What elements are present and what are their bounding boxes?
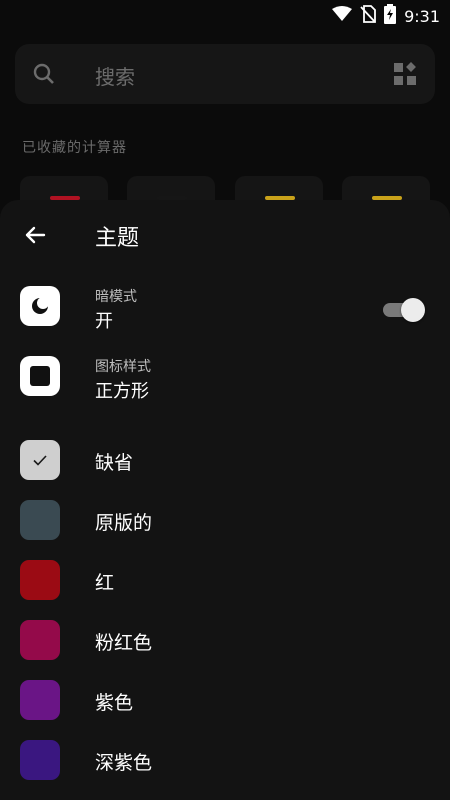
widgets-icon [393,62,417,90]
toggle-thumb [401,298,425,322]
color-swatch [20,740,60,780]
color-swatch [20,440,60,480]
color-option-purple[interactable]: 紫色 [0,670,450,730]
color-label: 缺省 [95,452,134,474]
color-label: 红 [95,572,115,594]
battery-charging-icon [384,4,397,28]
check-icon [33,455,47,466]
color-label: 原版的 [95,512,153,534]
dark-mode-label: 暗模式 [95,289,137,305]
color-label: 紫色 [95,692,134,714]
no-sim-icon [360,5,376,27]
color-swatch [20,680,60,720]
wifi-icon [332,6,353,26]
search-placeholder: 搜索 [95,65,135,89]
sheet-header: 主题 [0,200,450,270]
color-option-pink[interactable]: 粉红色 [0,610,450,670]
status-bar: 9:31 [0,0,450,30]
square-icon [20,356,60,396]
color-option-default[interactable]: 缺省 [0,430,450,490]
moon-icon [20,286,60,326]
icon-style-label: 图标样式 [95,359,151,375]
color-option-red[interactable]: 红 [0,550,450,610]
back-button[interactable] [20,220,50,250]
color-swatch [20,620,60,660]
status-icons: 9:31 [332,4,440,28]
sheet-title: 主题 [95,226,140,251]
arrow-left-icon [25,226,46,244]
dark-mode-toggle[interactable] [383,296,425,324]
search-icon [33,63,55,89]
status-time: 9:31 [404,6,440,26]
dark-mode-value: 开 [95,311,113,332]
theme-bottom-sheet: 主题 暗模式 开 图标样式 正方形 缺省 原版的 红 粉红色 紫色 深紫色 [0,200,450,800]
favorites-section-title: 已收藏的计算器 [22,140,127,156]
color-swatch [20,560,60,600]
dark-mode-setting[interactable]: 暗模式 开 [0,276,450,336]
color-option-original[interactable]: 原版的 [0,490,450,550]
icon-style-setting[interactable]: 图标样式 正方形 [0,346,450,406]
icon-style-value: 正方形 [95,381,149,402]
color-option-deep-purple[interactable]: 深紫色 [0,730,450,790]
color-swatch [20,500,60,540]
color-label: 深紫色 [95,752,153,774]
color-label: 粉红色 [95,632,153,654]
background-search-bar: 搜索 [15,44,435,104]
